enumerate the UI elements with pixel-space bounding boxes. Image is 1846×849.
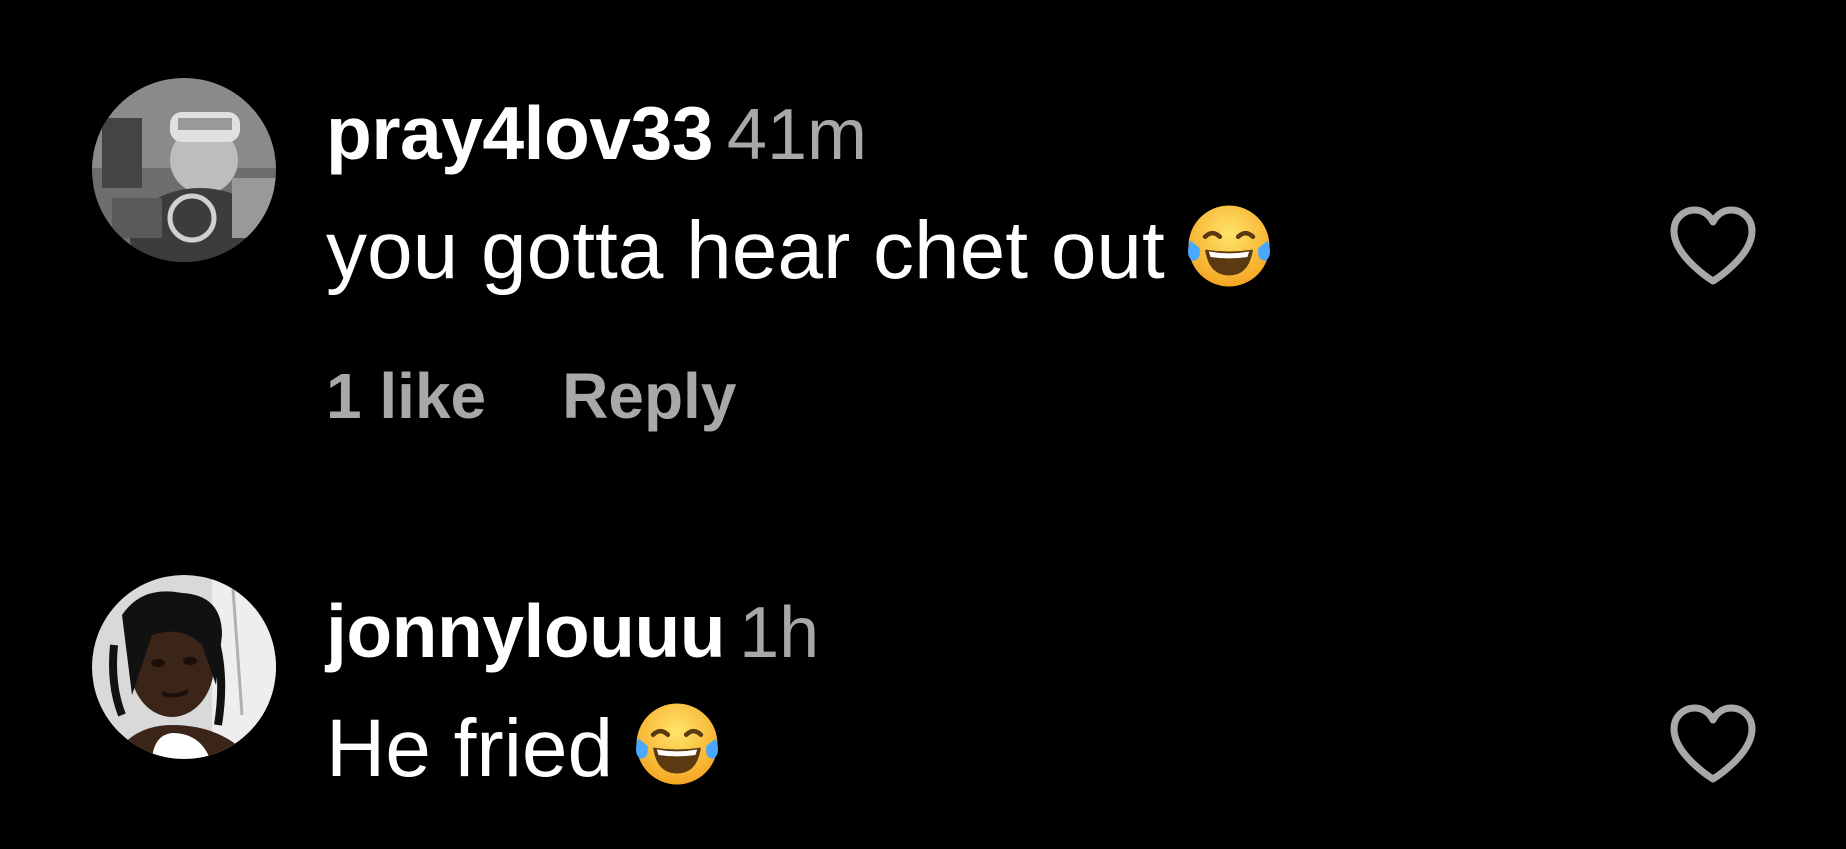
username[interactable]: pray4lov33 [326,91,713,175]
like-heart-icon[interactable] [1668,205,1758,287]
comment-text: He fried [326,698,723,790]
like-heart-icon[interactable] [1668,703,1758,785]
comment-item: pray4lov33 41m you gotta hear chet out 1… [0,0,1846,450]
username[interactable]: jonnylouuu [326,589,726,673]
likes-count-button[interactable]: 1 like [326,360,486,432]
timestamp: 41m [726,95,867,175]
timestamp: 1h [739,593,820,673]
avatar[interactable] [92,575,276,759]
avatar[interactable] [92,78,276,262]
comment-header: pray4lov33 41m [326,96,867,172]
avatar-photo [92,575,276,759]
reply-button[interactable]: Reply [562,360,736,432]
comment-header: jonnylouuu 1h [326,594,819,670]
comment-body: you gotta hear chet out [326,205,1165,296]
comment-text: you gotta hear chet out [326,200,1275,292]
tears-of-joy-emoji-icon [631,698,723,790]
comment-item: jonnylouuu 1h He fried [0,450,1846,849]
comment-actions: 1 like Reply [326,364,736,428]
comment-body: He fried [326,703,614,794]
avatar-photo [92,78,276,262]
tears-of-joy-emoji-icon [1183,200,1275,292]
